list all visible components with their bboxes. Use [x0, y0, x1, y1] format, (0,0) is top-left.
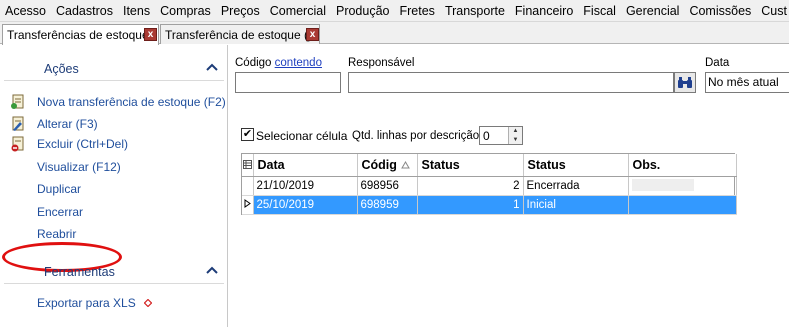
- current-row-icon: [244, 198, 251, 208]
- sidebar: Ações Nova transferência de estoque (F2)…: [0, 45, 228, 327]
- stepper-up-icon[interactable]: ▲: [509, 127, 522, 136]
- action-label: Duplicar: [37, 182, 82, 196]
- tab-label: Transferência de estoque (): [165, 27, 312, 42]
- action-excluir[interactable]: Excluir (Ctrl+Del): [10, 135, 128, 153]
- table-row[interactable]: 21/10/2019 698956 2 Encerrada: [242, 176, 737, 196]
- chevron-up-icon[interactable]: [206, 266, 218, 274]
- menu-gerencial[interactable]: Gerencial: [621, 0, 685, 21]
- cell-codigo[interactable]: 698959: [357, 195, 418, 215]
- codigo-mode-link[interactable]: contendo: [275, 57, 322, 69]
- menu-bar: Acesso Cadastros Itens Compras Preços Co…: [0, 0, 789, 22]
- new-document-icon: [11, 94, 24, 109]
- column-header-data[interactable]: Data: [253, 154, 358, 177]
- tools-title: Ferramentas: [44, 264, 115, 279]
- selecionar-celula-label: Selecionar célula: [256, 129, 348, 143]
- delete-document-icon: [11, 136, 24, 152]
- cell-data[interactable]: 21/10/2019: [253, 176, 358, 196]
- cell-obs[interactable]: [628, 195, 737, 215]
- codigo-label-text: Código: [235, 57, 272, 69]
- cell-codigo[interactable]: 698956: [357, 176, 418, 196]
- tab-transferencias-de-estoque[interactable]: Transferências de estoque x: [2, 24, 159, 45]
- action-alterar[interactable]: Alterar (F3): [10, 115, 98, 133]
- tab-bar: Transferências de estoque x Transferênci…: [0, 22, 789, 45]
- search-button[interactable]: [674, 72, 696, 93]
- column-header-status-number[interactable]: Status: [417, 154, 524, 177]
- cell-status-number[interactable]: 1: [417, 195, 524, 215]
- action-label: Nova transferência de estoque (F2): [37, 95, 226, 109]
- selecionar-celula-checkbox[interactable]: ✔: [241, 128, 254, 141]
- qtd-linhas-label: Qtd. linhas por descrição: [352, 130, 480, 142]
- responsavel-label: Responsável: [348, 57, 415, 69]
- column-header-obs[interactable]: Obs.: [628, 154, 737, 177]
- menu-cust[interactable]: Cust: [756, 0, 789, 21]
- data-grid: Data Códig Status Status Obs. 21/10/2019…: [241, 153, 737, 215]
- actions-panel-header[interactable]: Ações: [4, 57, 224, 81]
- edit-document-icon: [12, 116, 24, 131]
- action-nova-transferencia[interactable]: Nova transferência de estoque (F2): [10, 93, 226, 111]
- cell-data[interactable]: 25/10/2019: [253, 195, 358, 215]
- menu-compras[interactable]: Compras: [155, 0, 216, 21]
- main-content: Código contendo Responsável Data No mês …: [229, 45, 789, 327]
- actions-title: Ações: [44, 61, 79, 76]
- tool-label: Exportar para XLS: [37, 296, 136, 310]
- close-icon[interactable]: x: [144, 28, 157, 41]
- data-label: Data: [705, 57, 730, 69]
- row-indicator[interactable]: [242, 176, 254, 196]
- diamond-icon: [143, 299, 152, 307]
- menu-fiscal[interactable]: Fiscal: [578, 0, 621, 21]
- table-row[interactable]: 25/10/2019 698959 1 Inicial: [242, 195, 737, 215]
- cell-obs[interactable]: [628, 176, 737, 196]
- menu-transporte[interactable]: Transporte: [440, 0, 510, 21]
- menu-financeiro[interactable]: Financeiro: [510, 0, 578, 21]
- row-indicator[interactable]: [242, 195, 254, 215]
- chevron-up-icon[interactable]: [206, 63, 218, 71]
- qtd-linhas-value: 0: [483, 129, 490, 143]
- codigo-label: Código contendo: [235, 57, 322, 69]
- menu-comercial[interactable]: Comercial: [265, 0, 331, 21]
- stepper-arrows[interactable]: ▲ ▼: [508, 127, 522, 144]
- action-visualizar[interactable]: Visualizar (F12): [10, 158, 121, 176]
- sort-ascending-icon: [401, 160, 411, 169]
- menu-itens[interactable]: Itens: [118, 0, 155, 21]
- tools-panel-header[interactable]: Ferramentas: [4, 260, 224, 284]
- tool-exportar-xls[interactable]: Exportar para XLS: [10, 294, 152, 312]
- binoculars-icon: [678, 76, 692, 88]
- tab-transferencia-de-estoque[interactable]: Transferência de estoque () x: [160, 24, 320, 44]
- menu-producao[interactable]: Produção: [331, 0, 395, 21]
- action-label: Alterar (F3): [37, 117, 98, 131]
- codigo-input[interactable]: [235, 72, 341, 93]
- grid-corner-icon[interactable]: [242, 154, 254, 177]
- action-label: Excluir (Ctrl+Del): [37, 137, 129, 151]
- tab-label: Transferências de estoque: [7, 28, 149, 42]
- responsavel-input[interactable]: [348, 72, 674, 93]
- data-select[interactable]: No mês atual: [705, 72, 789, 93]
- cell-status[interactable]: Inicial: [523, 195, 629, 215]
- column-header-codigo-label: Códig: [361, 157, 397, 172]
- menu-fretes[interactable]: Fretes: [395, 0, 440, 21]
- menu-precos[interactable]: Preços: [216, 0, 265, 21]
- column-header-status[interactable]: Status: [523, 154, 629, 177]
- close-icon[interactable]: x: [306, 28, 319, 41]
- cell-status[interactable]: Encerrada: [523, 176, 629, 196]
- obs-placeholder: [631, 179, 694, 192]
- action-label: Encerrar: [37, 205, 84, 219]
- menu-acesso[interactable]: Acesso: [0, 0, 51, 21]
- menu-cadastros[interactable]: Cadastros: [51, 0, 118, 21]
- stepper-down-icon[interactable]: ▼: [509, 136, 522, 145]
- action-label: Visualizar (F12): [37, 160, 121, 174]
- menu-comissoes[interactable]: Comissões: [684, 0, 756, 21]
- action-reabrir[interactable]: Reabrir: [10, 225, 76, 243]
- column-header-codigo[interactable]: Códig: [357, 154, 418, 177]
- action-label: Reabrir: [37, 227, 77, 241]
- action-encerrar[interactable]: Encerrar: [10, 203, 83, 221]
- cell-status-number[interactable]: 2: [417, 176, 524, 196]
- action-duplicar[interactable]: Duplicar: [10, 180, 81, 198]
- qtd-linhas-stepper[interactable]: 0 ▲ ▼: [479, 126, 523, 145]
